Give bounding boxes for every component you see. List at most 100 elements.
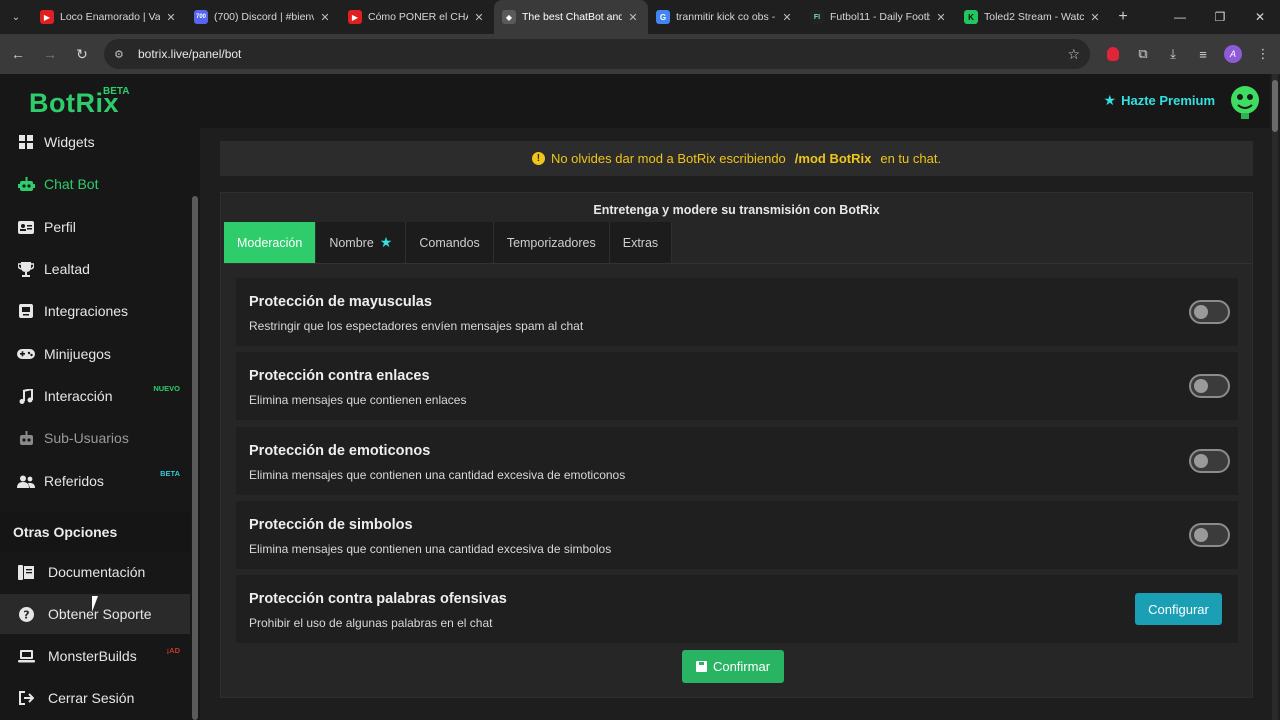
puzzle-extensions-icon[interactable]: ⧉ xyxy=(1128,39,1158,69)
tab-close-icon[interactable]: ✕ xyxy=(1088,11,1102,24)
user-avatar[interactable] xyxy=(1228,82,1262,120)
setting-row: Protección contra palabras ofensivas Pro… xyxy=(236,575,1238,643)
premium-link[interactable]: ★ Hazte Premium xyxy=(1104,92,1215,109)
browser-tab[interactable]: ▶ Loco Enamorado | Van ✕ xyxy=(32,0,186,34)
sidebar-scrollbar[interactable] xyxy=(192,128,198,720)
profile-avatar[interactable]: A xyxy=(1218,39,1248,69)
setting-title: Protección de mayusculas xyxy=(249,294,432,310)
sidebar-item-label: Interacción xyxy=(44,388,113,404)
tab-close-icon[interactable]: ✕ xyxy=(626,11,640,24)
tab-comandos[interactable]: Comandos xyxy=(406,222,494,263)
address-bar[interactable]: ⚙ botrix.live/panel/bot ☆ xyxy=(104,39,1090,69)
media-control-icon[interactable]: ≡ xyxy=(1188,39,1218,69)
youtube-favicon-icon: ▶ xyxy=(40,10,54,24)
confirm-button[interactable]: Confirmar xyxy=(682,650,784,683)
tabs-divider xyxy=(224,263,1251,264)
minimize-icon[interactable]: — xyxy=(1160,0,1200,34)
tab-label: Extras xyxy=(622,235,659,250)
browser-tab[interactable]: FI Futbol11 - Daily Footb ✕ xyxy=(802,0,956,34)
tab-label: Moderación xyxy=(237,235,303,250)
sidebar: Widgets Chat Bot Perfil Lealtad Integrac… xyxy=(0,128,200,720)
tab-close-icon[interactable]: ✕ xyxy=(164,11,178,24)
tab-title: tranmitir kick co obs - xyxy=(676,11,776,23)
back-arrow-icon[interactable]: ← xyxy=(4,40,32,68)
main-content: ! No olvides dar mod a BotRix escribiend… xyxy=(200,128,1270,720)
reload-icon[interactable]: ↻ xyxy=(68,40,96,68)
sidebar-item-label: Integraciones xyxy=(44,303,129,319)
mod-notice-banner: ! No olvides dar mod a BotRix escribiend… xyxy=(220,141,1253,176)
panel-tabs: Moderación Nombre ★ Comandos Temporizador… xyxy=(224,222,673,263)
emotes-protection-toggle[interactable] xyxy=(1189,449,1230,473)
record-extension-icon[interactable] xyxy=(1098,39,1128,69)
configure-button[interactable]: Configurar xyxy=(1135,593,1222,625)
logout-icon xyxy=(17,689,35,707)
setting-row: Protección contra enlaces Elimina mensaj… xyxy=(236,352,1238,420)
tab-title: Toled2 Stream - Watch xyxy=(984,11,1084,23)
tab-title: Futbol11 - Daily Footb xyxy=(830,11,930,23)
sidebar-item-lealtad[interactable]: Lealtad xyxy=(0,249,190,289)
sidebar-item-sub-usuarios[interactable]: Sub-Usuarios xyxy=(0,418,190,458)
window-controls: — ❐ ✕ xyxy=(1160,0,1280,34)
sidebar-item-cerrar-sesion[interactable]: Cerrar Sesión xyxy=(0,678,190,718)
download-icon[interactable]: ⤓ xyxy=(1158,39,1188,69)
tab-close-icon[interactable]: ✕ xyxy=(318,11,332,24)
tab-temporizadores[interactable]: Temporizadores xyxy=(493,222,610,263)
sidebar-scrollbar-thumb[interactable] xyxy=(192,196,198,720)
browser-tab[interactable]: G tranmitir kick co obs - ✕ xyxy=(648,0,802,34)
sidebar-item-monsterbuilds[interactable]: MonsterBuilds ¡AD xyxy=(0,636,190,676)
kebab-menu-icon[interactable]: ⋮ xyxy=(1248,39,1278,69)
browser-tab[interactable]: ▶ Cómo PONER el CHAT ✕ xyxy=(340,0,494,34)
sidebar-item-interaccion[interactable]: Interacción NUEVO xyxy=(0,376,190,416)
sidebar-item-label: Referidos xyxy=(44,473,104,489)
tab-close-icon[interactable]: ✕ xyxy=(934,11,948,24)
robot-icon xyxy=(17,429,35,447)
setting-description: Restringir que los espectadores envíen m… xyxy=(249,319,584,333)
new-tab-plus-icon[interactable]: + xyxy=(1110,8,1136,26)
caps-protection-toggle[interactable] xyxy=(1189,300,1230,324)
links-protection-toggle[interactable] xyxy=(1189,374,1230,398)
sidebar-item-widgets[interactable]: Widgets xyxy=(0,128,190,162)
toggle-knob xyxy=(1194,379,1208,393)
discord-favicon-icon: 700 xyxy=(194,10,208,24)
notice-text-end: en tu chat. xyxy=(880,151,942,166)
close-window-icon[interactable]: ✕ xyxy=(1240,0,1280,34)
page-scrollbar[interactable] xyxy=(1272,74,1278,720)
notice-command: /mod BotRix xyxy=(794,151,872,166)
exclamation-circle-icon: ! xyxy=(531,152,545,165)
premium-label: Hazte Premium xyxy=(1121,93,1215,108)
tab-close-icon[interactable]: ✕ xyxy=(472,11,486,24)
tab-search-chevron-icon[interactable]: ⌄ xyxy=(0,0,32,34)
tab-nombre[interactable]: Nombre ★ xyxy=(316,222,407,263)
tab-close-icon[interactable]: ✕ xyxy=(780,11,794,24)
notice-text: No olvides dar mod a BotRix escribiendo xyxy=(550,151,786,166)
setting-description: Elimina mensajes que contienen una canti… xyxy=(249,542,612,556)
setting-title: Protección contra enlaces xyxy=(249,368,430,384)
browser-tab[interactable]: K Toled2 Stream - Watch ✕ xyxy=(956,0,1110,34)
sidebar-item-documentacion[interactable]: Documentación xyxy=(0,552,190,592)
book-icon xyxy=(17,563,35,581)
page-scrollbar-thumb[interactable] xyxy=(1272,80,1278,132)
sidebar-item-perfil[interactable]: Perfil xyxy=(0,207,190,247)
browser-tab-active[interactable]: ◆ The best ChatBot and ✕ xyxy=(494,0,648,34)
gamepad-icon xyxy=(17,345,35,363)
save-icon xyxy=(695,661,707,672)
symbols-protection-toggle[interactable] xyxy=(1189,523,1230,547)
sidebar-item-chat-bot[interactable]: Chat Bot xyxy=(0,164,190,204)
bookmark-star-icon[interactable]: ☆ xyxy=(1067,46,1080,63)
tab-moderacion[interactable]: Moderación xyxy=(224,222,317,263)
sidebar-item-referidos[interactable]: Referidos BETA xyxy=(0,461,190,501)
sidebar-item-label: Minijuegos xyxy=(44,346,111,362)
forward-arrow-icon[interactable]: → xyxy=(36,40,64,68)
sidebar-item-label: Cerrar Sesión xyxy=(48,690,135,706)
restore-icon[interactable]: ❐ xyxy=(1200,0,1240,34)
sidebar-item-integraciones[interactable]: Integraciones xyxy=(0,291,190,331)
sidebar-item-minijuegos[interactable]: Minijuegos xyxy=(0,334,190,374)
browser-tab[interactable]: 700 (700) Discord | #bienve ✕ xyxy=(186,0,340,34)
setting-description: Prohibir el uso de algunas palabras en e… xyxy=(249,616,493,630)
tab-title: The best ChatBot and xyxy=(522,11,622,23)
site-info-icon[interactable]: ⚙ xyxy=(114,48,130,61)
google-favicon-icon: G xyxy=(656,10,670,24)
tab-extras[interactable]: Extras xyxy=(609,222,673,263)
tab-label: Temporizadores xyxy=(506,235,596,250)
toggle-knob xyxy=(1194,528,1208,542)
